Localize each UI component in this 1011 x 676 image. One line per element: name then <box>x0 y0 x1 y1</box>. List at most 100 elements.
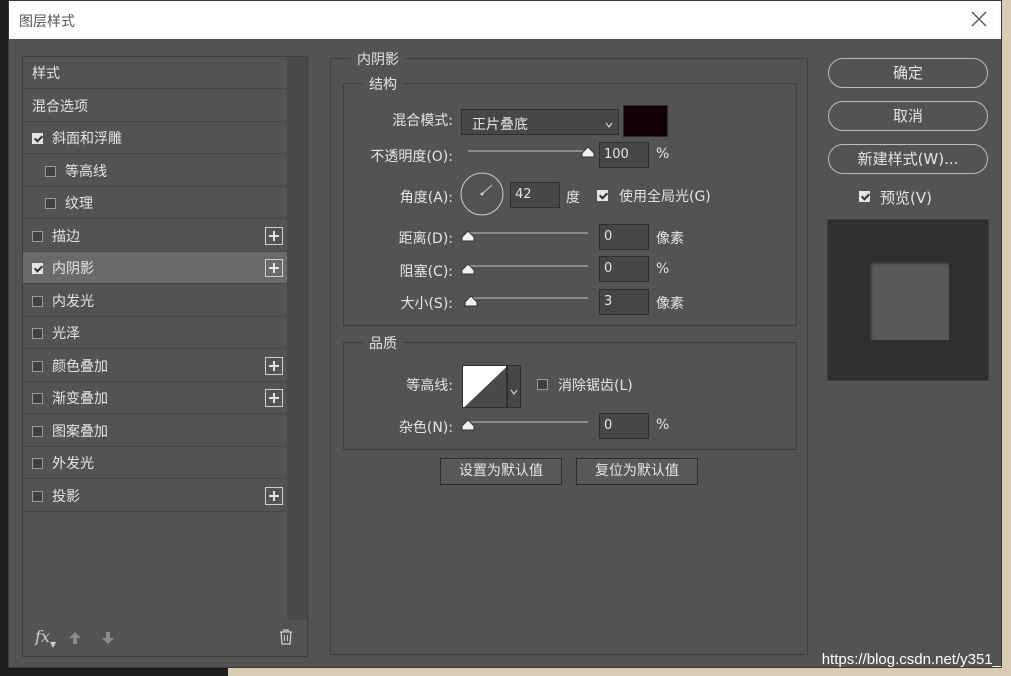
fx-dropdown-caret-icon: ▼ <box>50 640 57 649</box>
distance-label: 距离(D): <box>398 231 453 247</box>
angle-dial[interactable] <box>460 172 504 216</box>
noise-slider-track[interactable] <box>468 421 588 423</box>
style-list-item[interactable]: 内阴影 <box>23 252 287 284</box>
style-list-item-checkbox[interactable] <box>32 296 43 307</box>
move-down-icon[interactable] <box>101 630 115 649</box>
blend-mode-select[interactable]: 正片叠底 <box>461 109 619 135</box>
angle-label: 角度(A): <box>399 190 453 206</box>
style-list-item[interactable]: 斜面和浮雕 <box>23 122 287 154</box>
add-effect-icon[interactable] <box>265 227 283 245</box>
style-list-item[interactable]: 描边 <box>23 220 287 252</box>
style-list-item-checkbox[interactable] <box>45 166 56 177</box>
style-list-item-checkbox[interactable] <box>32 263 43 274</box>
distance-slider-track[interactable] <box>468 232 588 234</box>
cancel-button[interactable]: 取消 <box>828 101 988 131</box>
style-list-item-label: 图案叠加 <box>52 424 108 440</box>
size-label: 大小(S): <box>400 296 453 312</box>
blend-mode-value: 正片叠底 <box>472 117 528 133</box>
contour-picker[interactable] <box>462 365 507 408</box>
style-list-item[interactable]: 纹理 <box>23 187 287 219</box>
style-list-item[interactable]: 光泽 <box>23 317 287 349</box>
structure-title: 结构 <box>363 74 403 94</box>
add-effect-icon[interactable] <box>265 389 283 407</box>
preview-thumbnail <box>827 219 989 381</box>
add-effect-icon[interactable] <box>265 259 283 277</box>
style-list-item-checkbox[interactable] <box>32 133 43 144</box>
style-list-item-checkbox[interactable] <box>32 491 43 502</box>
dialog-title: 图层样式 <box>19 14 75 30</box>
trash-icon[interactable] <box>279 629 293 649</box>
style-list-item-label: 样式 <box>32 66 60 82</box>
preview-swatch <box>869 261 949 340</box>
choke-label: 阻塞(C): <box>399 264 453 280</box>
opacity-slider-track[interactable] <box>468 150 588 152</box>
styles-list-panel: 样式混合选项斜面和浮雕等高线纹理描边内阴影内发光光泽颜色叠加渐变叠加图案叠加外发… <box>22 56 308 657</box>
ok-button[interactable]: 确定 <box>828 58 988 88</box>
contour-dropdown[interactable] <box>507 365 521 408</box>
style-list-item-label: 光泽 <box>52 326 80 342</box>
style-list-item-label: 外发光 <box>52 456 94 472</box>
global-light-label: 使用全局光(G) <box>619 189 711 205</box>
styles-list-scrollbar[interactable] <box>287 57 307 620</box>
noise-input[interactable]: 0 <box>599 413 649 439</box>
angle-input[interactable]: 42 <box>510 182 560 208</box>
preview-checkbox[interactable] <box>859 191 870 202</box>
anti-alias-checkbox[interactable] <box>537 379 548 390</box>
make-default-button[interactable]: 设置为默认值 <box>440 458 562 485</box>
style-list-item-checkbox[interactable] <box>32 231 43 242</box>
style-list-item[interactable]: 等高线 <box>23 155 287 187</box>
size-input[interactable]: 3 <box>599 289 649 315</box>
style-list-item-checkbox[interactable] <box>32 328 43 339</box>
global-light-checkbox[interactable] <box>597 190 608 201</box>
style-list-item[interactable]: 渐变叠加 <box>23 382 287 414</box>
blend-mode-label: 混合模式: <box>392 113 453 129</box>
distance-input[interactable]: 0 <box>599 224 649 250</box>
style-list-item[interactable]: 外发光 <box>23 447 287 479</box>
style-list-item[interactable]: 混合选项 <box>23 90 287 122</box>
watermark: https://blog.csdn.net/y351_ <box>821 651 1001 668</box>
style-list-item-label: 斜面和浮雕 <box>52 131 122 147</box>
opacity-unit: % <box>656 146 670 162</box>
noise-label: 杂色(N): <box>398 420 453 436</box>
style-list-item-checkbox[interactable] <box>32 361 43 372</box>
add-effect-icon[interactable] <box>265 487 283 505</box>
quality-title: 品质 <box>363 333 403 353</box>
structure-group: 结构 混合模式: 正片叠底 不透明度(O): 100 % 角度(A): 42 度… <box>343 74 797 326</box>
style-list-item[interactable]: 内发光 <box>23 285 287 317</box>
style-list-item-checkbox[interactable] <box>32 458 43 469</box>
styles-list-footer: fx ▼ <box>23 618 307 656</box>
style-list-item-checkbox[interactable] <box>32 426 43 437</box>
style-list-item-checkbox[interactable] <box>32 393 43 404</box>
style-list-item[interactable]: 投影 <box>23 480 287 512</box>
layer-style-dialog: 图层样式 样式混合选项斜面和浮雕等高线纹理描边内阴影内发光光泽颜色叠加渐变叠加图… <box>8 0 1002 668</box>
add-effect-icon[interactable] <box>265 357 283 375</box>
style-list-item-label: 渐变叠加 <box>52 391 108 407</box>
opacity-input[interactable]: 100 <box>599 142 649 168</box>
style-list-item[interactable]: 样式 <box>23 57 287 89</box>
choke-slider-track[interactable] <box>468 265 588 267</box>
size-slider-track[interactable] <box>468 297 588 299</box>
style-list-item[interactable]: 颜色叠加 <box>23 350 287 382</box>
title-bar: 图层样式 <box>9 1 1001 39</box>
choke-input[interactable]: 0 <box>599 256 649 282</box>
style-list-item-checkbox[interactable] <box>45 198 56 209</box>
new-style-button[interactable]: 新建样式(W)... <box>828 144 988 174</box>
reset-default-button[interactable]: 复位为默认值 <box>576 458 698 485</box>
inner-shadow-group: 内阴影 结构 混合模式: 正片叠底 不透明度(O): 100 % 角度(A): … <box>330 49 808 655</box>
size-unit: 像素 <box>656 296 684 312</box>
chevron-down-icon <box>604 115 614 134</box>
contour-curve-icon <box>462 365 507 408</box>
style-list-item[interactable]: 图案叠加 <box>23 415 287 447</box>
shadow-color-swatch[interactable] <box>623 105 668 137</box>
choke-unit: % <box>656 261 670 277</box>
quality-group: 品质 等高线: 消除锯齿(L) 杂色(N): 0 % <box>343 333 797 450</box>
style-list-item-label: 投影 <box>52 489 80 505</box>
preview-label: 预览(V) <box>880 189 932 207</box>
style-list-item-label: 内阴影 <box>52 261 94 277</box>
style-list-item-label: 纹理 <box>65 196 93 212</box>
move-up-icon[interactable] <box>68 630 82 649</box>
angle-unit: 度 <box>566 190 580 206</box>
close-icon[interactable] <box>969 9 989 29</box>
noise-unit: % <box>656 417 670 433</box>
fx-icon[interactable]: fx <box>35 627 50 646</box>
